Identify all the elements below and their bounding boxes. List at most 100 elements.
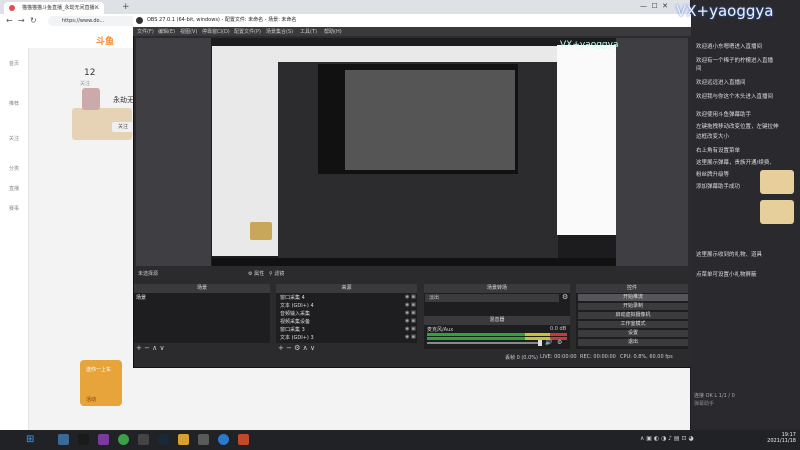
chat-line: 这里展示收到的礼物、道具 — [696, 252, 763, 258]
properties-label: 属性 — [254, 271, 265, 277]
follow-count: 12 — [84, 68, 96, 78]
scenes-list — [134, 293, 270, 343]
chat-footer-title: 弹幕助手 — [694, 401, 715, 407]
scenes-dock-header: 场景 — [134, 284, 270, 293]
chat-line: 右上角有设置菜单 — [696, 148, 741, 154]
virtual-camera-button[interactable]: 启动虚拟摄像机 — [578, 312, 688, 319]
window-controls[interactable]: — ☐ ✕ — [640, 2, 668, 10]
eye-icon[interactable]: ◉ ▣ — [405, 310, 416, 316]
mixer-dock-header: 混音器 — [424, 316, 570, 325]
app-icon[interactable] — [58, 434, 69, 445]
source-row[interactable]: 文本 (GDI+) 4 — [280, 302, 314, 309]
chat-line: 欢迎远远进入直播间 — [696, 80, 746, 86]
browser-tab[interactable]: 猫猫猫猫斗鱼直播_永劫无间直播... — [4, 2, 104, 14]
menu-edit[interactable]: 编辑(E) — [158, 28, 175, 35]
app-icon[interactable] — [78, 434, 89, 445]
new-tab-icon[interactable]: + — [122, 2, 130, 12]
source-row[interactable]: 音频输入采集 — [280, 310, 310, 317]
preview-taskbar — [212, 258, 616, 266]
status-live: LIVE: 00:00:00 — [540, 354, 577, 360]
app-icon[interactable] — [238, 434, 249, 445]
gear-icon[interactable]: ⚙ — [557, 339, 562, 346]
eye-icon[interactable]: ◉ ▣ — [405, 318, 416, 324]
no-source-label: 未选择源 — [138, 271, 159, 277]
preview-nested-screen-inner — [345, 70, 515, 170]
tab-title: 猫猫猫猫斗鱼直播_永劫无间直播... — [22, 5, 100, 11]
menu-docks[interactable]: 停靠窗口(D) — [202, 28, 230, 35]
reload-icon[interactable]: ↻ — [30, 16, 37, 25]
gift-card — [760, 170, 794, 194]
sidebar-item-follow[interactable]: 关注 — [2, 135, 26, 142]
properties-button[interactable]: ⚙ 属性 — [248, 270, 264, 277]
start-recording-button[interactable]: 开始录制 — [578, 303, 688, 310]
chat-line: 粉丝牌升级等 — [696, 172, 730, 178]
source-row[interactable]: 文本 (GDI+) 3 — [280, 334, 314, 341]
scene-toolbar-icons[interactable]: + − ∧ ∨ — [136, 344, 165, 352]
sidebar-item-live[interactable]: 直播 — [2, 185, 26, 192]
eye-icon[interactable]: ◉ ▣ — [405, 334, 416, 340]
chat-line: 间 — [696, 66, 702, 72]
chat-line: 这里展示弹幕，贵族开通/续费、 — [696, 160, 775, 166]
gift-card — [760, 200, 794, 224]
system-tray[interactable]: ∧ ▣ ◐ ◑ ♪ ▤ ⊡ ◕ — [640, 435, 694, 442]
source-row[interactable]: 视频采集设备 — [280, 318, 310, 325]
back-icon[interactable]: ← — [6, 16, 13, 25]
app-icon[interactable] — [158, 434, 169, 445]
menu-file[interactable]: 文件(F) — [137, 28, 154, 35]
volume-slider-handle[interactable] — [538, 340, 542, 346]
anchor-avatar[interactable] — [82, 88, 100, 110]
studio-mode-button[interactable]: 工作室模式 — [578, 321, 688, 328]
source-toolbar-icons[interactable]: + − ⚙ ∧ ∨ — [278, 344, 315, 352]
menu-scene-collection[interactable]: 场景集合(S) — [266, 28, 293, 35]
controls-dock-header: 控件 — [576, 284, 688, 293]
exit-button[interactable]: 退出 — [578, 339, 688, 346]
menu-profile[interactable]: 配置文件(P) — [234, 28, 261, 35]
obs-title-bar: OBS 27.0.1 (64-bit, windows) - 配置文件: 未命名… — [133, 14, 691, 27]
app-icon[interactable] — [198, 434, 209, 445]
clock-date: 2021/11/18 — [767, 438, 796, 444]
chat-line: 欢迎使用斗鱼弹幕助手 — [696, 112, 752, 118]
source-row[interactable]: 窗口采集 4 — [280, 294, 305, 301]
windows-start-icon[interactable]: ⊞ — [26, 434, 37, 445]
scene-item[interactable]: 场景 — [136, 294, 146, 301]
menu-tools[interactable]: 工具(T) — [300, 28, 317, 35]
filters-label: 滤镜 — [274, 271, 285, 277]
settings-button[interactable]: 设置 — [578, 330, 688, 337]
sources-dock-header: 来源 — [276, 284, 417, 293]
app-icon[interactable] — [138, 434, 149, 445]
app-icon[interactable] — [178, 434, 189, 445]
speaker-icon[interactable]: 🔊 — [545, 339, 552, 346]
watermark: VX+yaoggya — [676, 2, 774, 20]
eye-icon[interactable]: ◉ ▣ — [405, 326, 416, 332]
taskbar-clock[interactable]: 19:17 2021/11/18 — [748, 432, 796, 444]
site-logo[interactable]: 斗鱼 — [96, 34, 114, 47]
menu-help[interactable]: 帮助(H) — [324, 28, 342, 35]
forward-icon[interactable]: → — [18, 16, 25, 25]
eye-icon[interactable]: ◉ ▣ — [405, 302, 416, 308]
eye-icon[interactable]: ◉ ▣ — [405, 294, 416, 300]
close-tab-icon[interactable]: ✕ — [94, 4, 99, 11]
sidebar-item-recommend[interactable]: 推荐 — [2, 100, 26, 107]
follow-label: 关注 — [80, 81, 91, 87]
chat-footer: 连接 OK L 1/1 / 0 — [694, 393, 735, 399]
obs-app-icon — [136, 17, 143, 24]
source-toolbar: 未选择源 — [136, 268, 688, 280]
menu-view[interactable]: 视图(V) — [180, 28, 197, 35]
chat-line: 欢迎逍小东嗯嗯进入直播间 — [696, 44, 763, 50]
app-icon[interactable] — [98, 434, 109, 445]
app-icon[interactable] — [218, 434, 229, 445]
status-dropped: 丢帧 0 (0.0%) — [505, 355, 538, 361]
sidebar-item-category[interactable]: 分类 — [2, 165, 26, 172]
follow-button[interactable]: 关注 — [112, 122, 134, 132]
app-icon[interactable] — [118, 434, 129, 445]
filters-button[interactable]: ⚲ 滤镜 — [269, 270, 284, 277]
transition-select[interactable]: 淡出 — [425, 294, 559, 302]
sidebar-item-events[interactable]: 赛事 — [2, 205, 26, 212]
preview-watermark: VX+yaoggya — [560, 40, 619, 50]
start-streaming-button[interactable]: 开始推流 — [578, 294, 688, 301]
mixer-db-readout: 0.0 dB — [550, 326, 567, 332]
volume-slider[interactable] — [427, 342, 541, 344]
source-row[interactable]: 窗口采集 3 — [280, 326, 305, 333]
gear-icon[interactable]: ⚙ — [562, 293, 568, 301]
sidebar-item-home[interactable]: 首页 — [2, 60, 26, 67]
